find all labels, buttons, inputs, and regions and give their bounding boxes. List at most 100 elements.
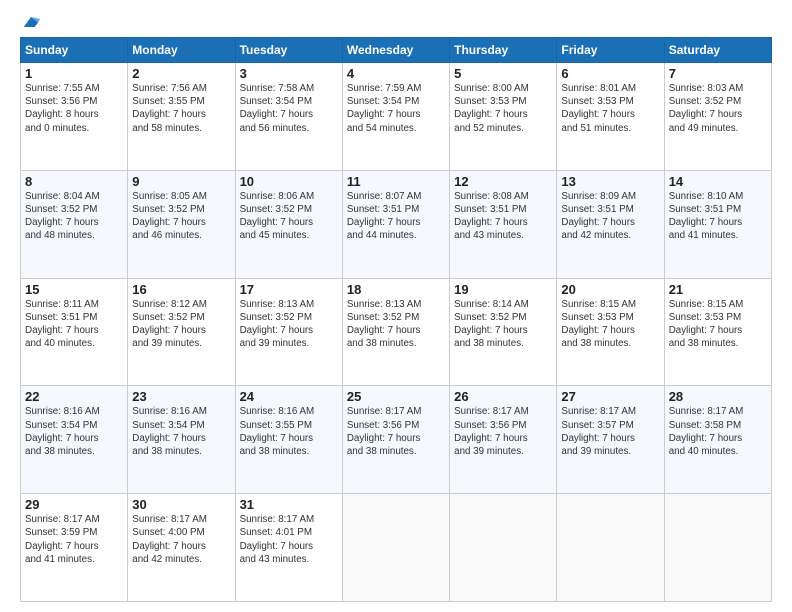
weekday-header: Friday xyxy=(557,38,664,63)
calendar-cell: 4Sunrise: 7:59 AM Sunset: 3:54 PM Daylig… xyxy=(342,63,449,171)
day-number: 19 xyxy=(454,282,552,297)
day-info: Sunrise: 8:17 AM Sunset: 4:01 PM Dayligh… xyxy=(240,513,338,566)
day-number: 21 xyxy=(669,282,767,297)
day-number: 15 xyxy=(25,282,123,297)
day-number: 12 xyxy=(454,174,552,189)
day-number: 20 xyxy=(561,282,659,297)
weekday-header: Tuesday xyxy=(235,38,342,63)
day-number: 29 xyxy=(25,497,123,512)
calendar-cell: 9Sunrise: 8:05 AM Sunset: 3:52 PM Daylig… xyxy=(128,170,235,278)
calendar-cell: 17Sunrise: 8:13 AM Sunset: 3:52 PM Dayli… xyxy=(235,278,342,386)
day-info: Sunrise: 8:03 AM Sunset: 3:52 PM Dayligh… xyxy=(669,82,767,135)
day-info: Sunrise: 8:15 AM Sunset: 3:53 PM Dayligh… xyxy=(669,298,767,351)
day-info: Sunrise: 8:08 AM Sunset: 3:51 PM Dayligh… xyxy=(454,190,552,243)
calendar-cell: 28Sunrise: 8:17 AM Sunset: 3:58 PM Dayli… xyxy=(664,386,771,494)
weekday-header: Sunday xyxy=(21,38,128,63)
day-info: Sunrise: 8:16 AM Sunset: 3:54 PM Dayligh… xyxy=(25,405,123,458)
day-info: Sunrise: 8:17 AM Sunset: 4:00 PM Dayligh… xyxy=(132,513,230,566)
calendar-cell: 3Sunrise: 7:58 AM Sunset: 3:54 PM Daylig… xyxy=(235,63,342,171)
day-info: Sunrise: 8:11 AM Sunset: 3:51 PM Dayligh… xyxy=(25,298,123,351)
calendar-cell: 23Sunrise: 8:16 AM Sunset: 3:54 PM Dayli… xyxy=(128,386,235,494)
day-number: 25 xyxy=(347,389,445,404)
calendar-cell: 13Sunrise: 8:09 AM Sunset: 3:51 PM Dayli… xyxy=(557,170,664,278)
weekday-header: Monday xyxy=(128,38,235,63)
day-number: 22 xyxy=(25,389,123,404)
page-header xyxy=(20,15,772,29)
day-info: Sunrise: 8:17 AM Sunset: 3:56 PM Dayligh… xyxy=(454,405,552,458)
day-info: Sunrise: 7:56 AM Sunset: 3:55 PM Dayligh… xyxy=(132,82,230,135)
calendar-cell: 14Sunrise: 8:10 AM Sunset: 3:51 PM Dayli… xyxy=(664,170,771,278)
day-number: 3 xyxy=(240,66,338,81)
day-number: 14 xyxy=(669,174,767,189)
day-number: 26 xyxy=(454,389,552,404)
day-number: 13 xyxy=(561,174,659,189)
calendar-cell: 15Sunrise: 8:11 AM Sunset: 3:51 PM Dayli… xyxy=(21,278,128,386)
calendar-cell: 26Sunrise: 8:17 AM Sunset: 3:56 PM Dayli… xyxy=(450,386,557,494)
calendar-cell: 21Sunrise: 8:15 AM Sunset: 3:53 PM Dayli… xyxy=(664,278,771,386)
day-info: Sunrise: 8:06 AM Sunset: 3:52 PM Dayligh… xyxy=(240,190,338,243)
calendar-cell: 8Sunrise: 8:04 AM Sunset: 3:52 PM Daylig… xyxy=(21,170,128,278)
day-number: 5 xyxy=(454,66,552,81)
calendar-cell: 22Sunrise: 8:16 AM Sunset: 3:54 PM Dayli… xyxy=(21,386,128,494)
calendar-table: SundayMondayTuesdayWednesdayThursdayFrid… xyxy=(20,37,772,602)
day-number: 17 xyxy=(240,282,338,297)
calendar-cell xyxy=(557,494,664,602)
day-number: 23 xyxy=(132,389,230,404)
calendar-cell: 5Sunrise: 8:00 AM Sunset: 3:53 PM Daylig… xyxy=(450,63,557,171)
calendar-header-row: SundayMondayTuesdayWednesdayThursdayFrid… xyxy=(21,38,772,63)
calendar-cell: 1Sunrise: 7:55 AM Sunset: 3:56 PM Daylig… xyxy=(21,63,128,171)
calendar-cell: 2Sunrise: 7:56 AM Sunset: 3:55 PM Daylig… xyxy=(128,63,235,171)
day-info: Sunrise: 8:16 AM Sunset: 3:54 PM Dayligh… xyxy=(132,405,230,458)
day-info: Sunrise: 8:13 AM Sunset: 3:52 PM Dayligh… xyxy=(240,298,338,351)
calendar-cell: 10Sunrise: 8:06 AM Sunset: 3:52 PM Dayli… xyxy=(235,170,342,278)
calendar-week-row: 22Sunrise: 8:16 AM Sunset: 3:54 PM Dayli… xyxy=(21,386,772,494)
calendar-cell: 31Sunrise: 8:17 AM Sunset: 4:01 PM Dayli… xyxy=(235,494,342,602)
calendar-week-row: 29Sunrise: 8:17 AM Sunset: 3:59 PM Dayli… xyxy=(21,494,772,602)
calendar-cell: 24Sunrise: 8:16 AM Sunset: 3:55 PM Dayli… xyxy=(235,386,342,494)
day-number: 10 xyxy=(240,174,338,189)
day-info: Sunrise: 8:17 AM Sunset: 3:56 PM Dayligh… xyxy=(347,405,445,458)
calendar-cell: 25Sunrise: 8:17 AM Sunset: 3:56 PM Dayli… xyxy=(342,386,449,494)
day-info: Sunrise: 8:10 AM Sunset: 3:51 PM Dayligh… xyxy=(669,190,767,243)
day-number: 16 xyxy=(132,282,230,297)
day-number: 8 xyxy=(25,174,123,189)
day-info: Sunrise: 8:15 AM Sunset: 3:53 PM Dayligh… xyxy=(561,298,659,351)
day-info: Sunrise: 8:17 AM Sunset: 3:59 PM Dayligh… xyxy=(25,513,123,566)
calendar-week-row: 15Sunrise: 8:11 AM Sunset: 3:51 PM Dayli… xyxy=(21,278,772,386)
day-number: 1 xyxy=(25,66,123,81)
logo xyxy=(20,15,40,29)
day-number: 4 xyxy=(347,66,445,81)
day-info: Sunrise: 8:14 AM Sunset: 3:52 PM Dayligh… xyxy=(454,298,552,351)
day-info: Sunrise: 8:01 AM Sunset: 3:53 PM Dayligh… xyxy=(561,82,659,135)
day-info: Sunrise: 7:59 AM Sunset: 3:54 PM Dayligh… xyxy=(347,82,445,135)
weekday-header: Saturday xyxy=(664,38,771,63)
day-number: 9 xyxy=(132,174,230,189)
calendar-cell xyxy=(342,494,449,602)
calendar-week-row: 8Sunrise: 8:04 AM Sunset: 3:52 PM Daylig… xyxy=(21,170,772,278)
day-number: 24 xyxy=(240,389,338,404)
calendar-cell xyxy=(664,494,771,602)
calendar-cell: 20Sunrise: 8:15 AM Sunset: 3:53 PM Dayli… xyxy=(557,278,664,386)
calendar-cell: 6Sunrise: 8:01 AM Sunset: 3:53 PM Daylig… xyxy=(557,63,664,171)
calendar-cell: 11Sunrise: 8:07 AM Sunset: 3:51 PM Dayli… xyxy=(342,170,449,278)
day-info: Sunrise: 8:12 AM Sunset: 3:52 PM Dayligh… xyxy=(132,298,230,351)
day-number: 28 xyxy=(669,389,767,404)
weekday-header: Thursday xyxy=(450,38,557,63)
day-info: Sunrise: 8:05 AM Sunset: 3:52 PM Dayligh… xyxy=(132,190,230,243)
logo-icon xyxy=(22,15,40,29)
day-number: 11 xyxy=(347,174,445,189)
day-number: 2 xyxy=(132,66,230,81)
day-info: Sunrise: 8:17 AM Sunset: 3:57 PM Dayligh… xyxy=(561,405,659,458)
calendar-cell: 30Sunrise: 8:17 AM Sunset: 4:00 PM Dayli… xyxy=(128,494,235,602)
calendar-cell: 27Sunrise: 8:17 AM Sunset: 3:57 PM Dayli… xyxy=(557,386,664,494)
calendar-cell: 12Sunrise: 8:08 AM Sunset: 3:51 PM Dayli… xyxy=(450,170,557,278)
day-info: Sunrise: 8:17 AM Sunset: 3:58 PM Dayligh… xyxy=(669,405,767,458)
calendar-cell xyxy=(450,494,557,602)
calendar-cell: 7Sunrise: 8:03 AM Sunset: 3:52 PM Daylig… xyxy=(664,63,771,171)
day-number: 27 xyxy=(561,389,659,404)
day-info: Sunrise: 8:13 AM Sunset: 3:52 PM Dayligh… xyxy=(347,298,445,351)
day-info: Sunrise: 8:07 AM Sunset: 3:51 PM Dayligh… xyxy=(347,190,445,243)
day-info: Sunrise: 8:16 AM Sunset: 3:55 PM Dayligh… xyxy=(240,405,338,458)
day-info: Sunrise: 7:55 AM Sunset: 3:56 PM Dayligh… xyxy=(25,82,123,135)
calendar-cell: 19Sunrise: 8:14 AM Sunset: 3:52 PM Dayli… xyxy=(450,278,557,386)
